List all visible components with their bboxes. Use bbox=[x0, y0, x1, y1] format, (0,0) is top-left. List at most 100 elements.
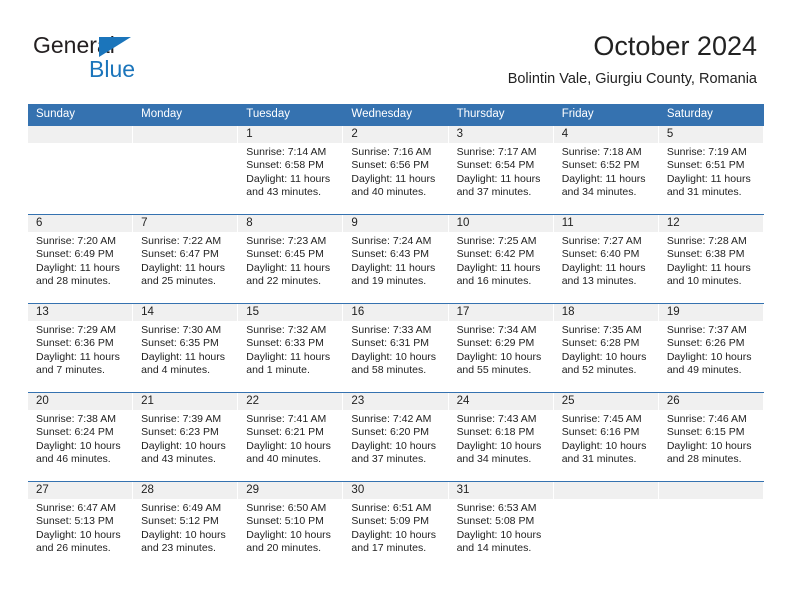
sunset-text: Sunset: 6:47 PM bbox=[141, 248, 219, 261]
sunrise-text: Sunrise: 7:41 AM bbox=[246, 413, 327, 425]
day-cell[interactable]: 16 Sunrise: 7:33 AM Sunset: 6:31 PM Dayl… bbox=[343, 304, 449, 392]
daylight-text-line1: Daylight: 11 hours bbox=[456, 261, 541, 274]
day-details: Sunrise: 6:50 AM Sunset: 5:10 PM Dayligh… bbox=[238, 499, 342, 556]
sunrise-text: Sunrise: 7:43 AM bbox=[456, 413, 537, 425]
day-cell[interactable] bbox=[133, 126, 239, 214]
day-cell[interactable] bbox=[658, 482, 764, 570]
day-details: Sunrise: 6:47 AM Sunset: 5:13 PM Dayligh… bbox=[28, 499, 132, 556]
day-details: Sunrise: 6:51 AM Sunset: 5:09 PM Dayligh… bbox=[343, 499, 447, 556]
day-number: 13 bbox=[28, 304, 133, 321]
page-title: October 2024 bbox=[593, 31, 757, 61]
daylight-text-line1: Daylight: 10 hours bbox=[246, 439, 331, 452]
day-details: Sunrise: 7:42 AM Sunset: 6:20 PM Dayligh… bbox=[343, 410, 447, 467]
day-cell[interactable]: 15 Sunrise: 7:32 AM Sunset: 6:33 PM Dayl… bbox=[238, 304, 344, 392]
day-cell[interactable]: 19 Sunrise: 7:37 AM Sunset: 6:26 PM Dayl… bbox=[658, 304, 764, 392]
sunrise-text: Sunrise: 7:19 AM bbox=[666, 146, 747, 158]
daylight-text-line1: Daylight: 10 hours bbox=[351, 439, 437, 452]
daylight-text-line1: Daylight: 11 hours bbox=[351, 172, 436, 185]
daylight-text-line2: and 14 minutes. bbox=[456, 542, 532, 555]
day-number: 19 bbox=[658, 304, 763, 321]
day-cell[interactable]: 27 Sunrise: 6:47 AM Sunset: 5:13 PM Dayl… bbox=[28, 482, 134, 570]
sunrise-text: Sunrise: 7:30 AM bbox=[141, 324, 222, 336]
daylight-text-line2: and 40 minutes. bbox=[246, 453, 321, 466]
day-cell[interactable]: 11 Sunrise: 7:27 AM Sunset: 6:40 PM Dayl… bbox=[553, 215, 659, 303]
day-cell[interactable]: 22 Sunrise: 7:41 AM Sunset: 6:21 PM Dayl… bbox=[238, 393, 344, 481]
day-details: Sunrise: 7:39 AM Sunset: 6:23 PM Dayligh… bbox=[133, 410, 237, 467]
week-row: 20 Sunrise: 7:38 AM Sunset: 6:24 PM Dayl… bbox=[28, 392, 764, 481]
general-blue-logo[interactable]: General Blue bbox=[33, 32, 213, 82]
sunrise-text: Sunrise: 6:47 AM bbox=[36, 502, 116, 514]
sunset-text: Sunset: 6:56 PM bbox=[351, 159, 430, 172]
sunset-text: Sunset: 6:28 PM bbox=[561, 337, 640, 350]
daylight-text-line1: Daylight: 10 hours bbox=[36, 439, 121, 452]
day-cell[interactable]: 26 Sunrise: 7:46 AM Sunset: 6:15 PM Dayl… bbox=[658, 393, 764, 481]
day-cell[interactable]: 3 Sunrise: 7:17 AM Sunset: 6:54 PM Dayli… bbox=[448, 126, 554, 214]
day-cell[interactable]: 17 Sunrise: 7:34 AM Sunset: 6:29 PM Dayl… bbox=[448, 304, 554, 392]
daylight-text-line1: Daylight: 10 hours bbox=[666, 350, 752, 363]
day-details: Sunrise: 7:45 AM Sunset: 6:16 PM Dayligh… bbox=[554, 410, 658, 467]
day-cell[interactable]: 28 Sunrise: 6:49 AM Sunset: 5:12 PM Dayl… bbox=[133, 482, 239, 570]
day-cell[interactable]: 6 Sunrise: 7:20 AM Sunset: 6:49 PM Dayli… bbox=[28, 215, 134, 303]
day-cell[interactable]: 18 Sunrise: 7:35 AM Sunset: 6:28 PM Dayl… bbox=[553, 304, 659, 392]
daylight-text-line2: and 1 minute. bbox=[246, 364, 310, 377]
day-cell[interactable]: 31 Sunrise: 6:53 AM Sunset: 5:08 PM Dayl… bbox=[448, 482, 554, 570]
sunrise-text: Sunrise: 7:27 AM bbox=[561, 235, 642, 247]
daylight-text-line2: and 16 minutes. bbox=[456, 275, 532, 288]
day-cell[interactable] bbox=[28, 126, 134, 214]
weekday-header-thursday: Thursday bbox=[456, 108, 505, 120]
day-cell[interactable]: 8 Sunrise: 7:23 AM Sunset: 6:45 PM Dayli… bbox=[238, 215, 344, 303]
daylight-text-line2: and 4 minutes. bbox=[141, 364, 211, 377]
day-details: Sunrise: 7:32 AM Sunset: 6:33 PM Dayligh… bbox=[238, 321, 342, 378]
day-cell[interactable]: 4 Sunrise: 7:18 AM Sunset: 6:52 PM Dayli… bbox=[553, 126, 659, 214]
day-cell[interactable]: 7 Sunrise: 7:22 AM Sunset: 6:47 PM Dayli… bbox=[133, 215, 239, 303]
day-details: Sunrise: 7:24 AM Sunset: 6:43 PM Dayligh… bbox=[343, 232, 447, 289]
day-cell[interactable]: 20 Sunrise: 7:38 AM Sunset: 6:24 PM Dayl… bbox=[28, 393, 134, 481]
sunset-text: Sunset: 5:10 PM bbox=[246, 515, 324, 528]
day-number: 5 bbox=[658, 126, 763, 143]
daylight-text-line2: and 40 minutes. bbox=[351, 186, 427, 199]
sunrise-text: Sunrise: 7:25 AM bbox=[456, 235, 537, 247]
day-cell[interactable]: 1 Sunrise: 7:14 AM Sunset: 6:58 PM Dayli… bbox=[238, 126, 344, 214]
day-cell[interactable]: 10 Sunrise: 7:25 AM Sunset: 6:42 PM Dayl… bbox=[448, 215, 554, 303]
day-cell[interactable]: 13 Sunrise: 7:29 AM Sunset: 6:36 PM Dayl… bbox=[28, 304, 134, 392]
calendar-grid: Sunday Monday Tuesday Wednesday Thursday… bbox=[28, 104, 764, 570]
day-cell[interactable]: 23 Sunrise: 7:42 AM Sunset: 6:20 PM Dayl… bbox=[343, 393, 449, 481]
day-details: Sunrise: 7:27 AM Sunset: 6:40 PM Dayligh… bbox=[554, 232, 658, 289]
day-number: 16 bbox=[343, 304, 448, 321]
day-cell[interactable]: 9 Sunrise: 7:24 AM Sunset: 6:43 PM Dayli… bbox=[343, 215, 449, 303]
day-number: 14 bbox=[133, 304, 238, 321]
day-cell[interactable]: 30 Sunrise: 6:51 AM Sunset: 5:09 PM Dayl… bbox=[343, 482, 449, 570]
weekday-header-tuesday: Tuesday bbox=[246, 108, 290, 120]
day-cell[interactable]: 5 Sunrise: 7:19 AM Sunset: 6:51 PM Dayli… bbox=[658, 126, 764, 214]
day-cell[interactable]: 12 Sunrise: 7:28 AM Sunset: 6:38 PM Dayl… bbox=[658, 215, 764, 303]
day-details: Sunrise: 7:37 AM Sunset: 6:26 PM Dayligh… bbox=[659, 321, 763, 378]
daylight-text-line1: Daylight: 11 hours bbox=[666, 172, 751, 185]
day-cell[interactable]: 21 Sunrise: 7:39 AM Sunset: 6:23 PM Dayl… bbox=[133, 393, 239, 481]
day-cell[interactable]: 24 Sunrise: 7:43 AM Sunset: 6:18 PM Dayl… bbox=[448, 393, 554, 481]
daylight-text-line1: Daylight: 11 hours bbox=[246, 261, 331, 274]
sunrise-text: Sunrise: 7:24 AM bbox=[351, 235, 432, 247]
sunrise-text: Sunrise: 7:29 AM bbox=[36, 324, 116, 336]
day-cell[interactable] bbox=[553, 482, 659, 570]
sunset-text: Sunset: 6:38 PM bbox=[666, 248, 745, 261]
sunset-text: Sunset: 6:49 PM bbox=[36, 248, 114, 261]
day-number: 9 bbox=[343, 215, 448, 232]
sunrise-text: Sunrise: 7:16 AM bbox=[351, 146, 432, 158]
day-cell[interactable]: 14 Sunrise: 7:30 AM Sunset: 6:35 PM Dayl… bbox=[133, 304, 239, 392]
daylight-text-line1: Daylight: 11 hours bbox=[351, 261, 436, 274]
daylight-text-line2: and 34 minutes. bbox=[456, 453, 532, 466]
sunset-text: Sunset: 6:52 PM bbox=[561, 159, 640, 172]
day-cell[interactable]: 2 Sunrise: 7:16 AM Sunset: 6:56 PM Dayli… bbox=[343, 126, 449, 214]
sunset-text: Sunset: 6:20 PM bbox=[351, 426, 430, 439]
daylight-text-line1: Daylight: 11 hours bbox=[246, 350, 331, 363]
daylight-text-line2: and 19 minutes. bbox=[351, 275, 427, 288]
week-row: 6 Sunrise: 7:20 AM Sunset: 6:49 PM Dayli… bbox=[28, 214, 764, 303]
day-details bbox=[28, 143, 132, 146]
day-number: 30 bbox=[343, 482, 448, 499]
day-cell[interactable]: 25 Sunrise: 7:45 AM Sunset: 6:16 PM Dayl… bbox=[553, 393, 659, 481]
day-number: 22 bbox=[238, 393, 343, 410]
daylight-text-line1: Daylight: 10 hours bbox=[561, 439, 647, 452]
daylight-text-line2: and 20 minutes. bbox=[246, 542, 321, 555]
day-cell[interactable]: 29 Sunrise: 6:50 AM Sunset: 5:10 PM Dayl… bbox=[238, 482, 344, 570]
day-details: Sunrise: 7:23 AM Sunset: 6:45 PM Dayligh… bbox=[238, 232, 342, 289]
